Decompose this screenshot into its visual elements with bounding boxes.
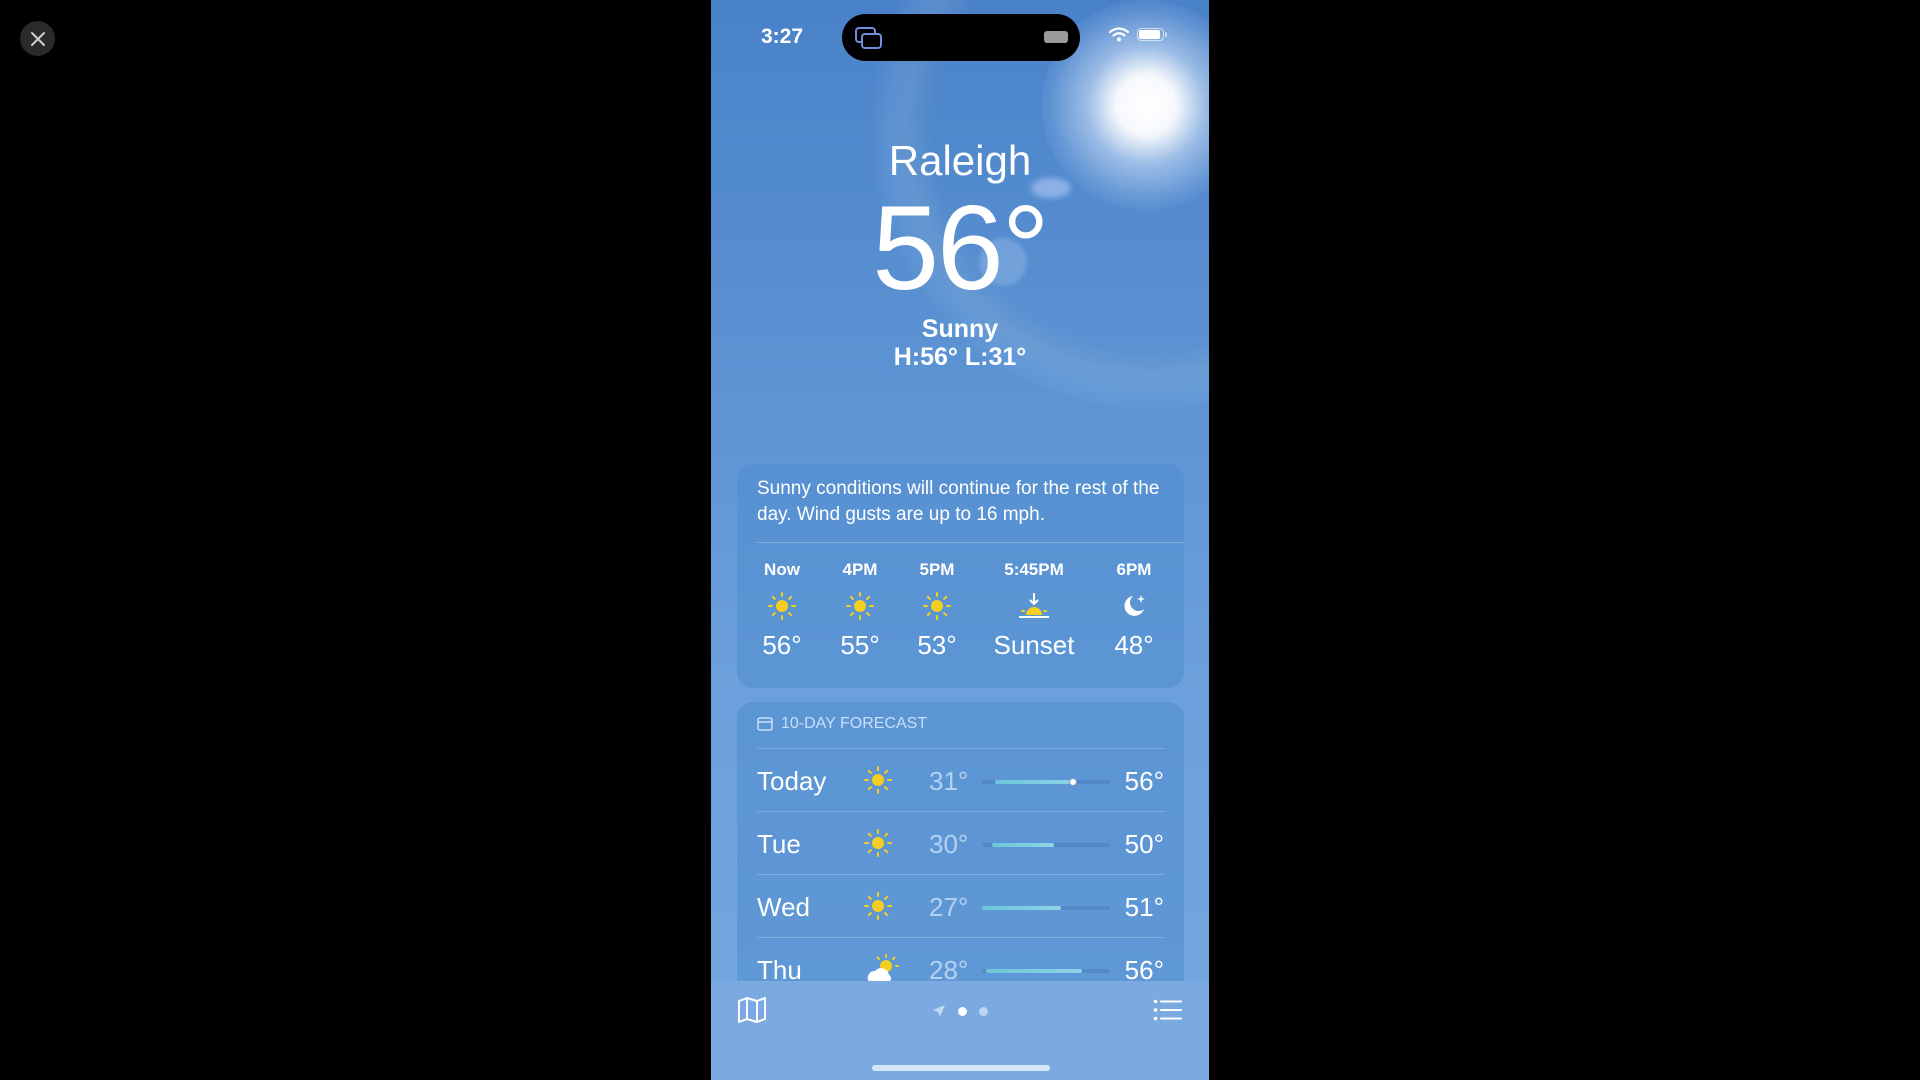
sun-icon bbox=[923, 592, 951, 620]
hourly-item: 6PM 48° bbox=[1089, 560, 1179, 661]
forecast-day: Wed bbox=[757, 892, 810, 922]
current-temperature: 56° bbox=[872, 181, 1049, 315]
location-arrow-icon[interactable] bbox=[932, 1004, 946, 1018]
close-button[interactable] bbox=[20, 21, 55, 56]
temp-range-bar bbox=[982, 969, 1110, 973]
forecast-low: 31° bbox=[929, 766, 969, 796]
high-low: H:56° L:31° bbox=[893, 343, 1027, 371]
temp-range-bar bbox=[982, 906, 1110, 910]
close-icon bbox=[30, 31, 45, 46]
hourly-forecast-card[interactable]: Sunny conditions will continue for the r… bbox=[737, 464, 1184, 688]
list-icon bbox=[1153, 999, 1182, 1021]
temp-range-fill bbox=[982, 906, 1062, 910]
screen-mirroring-icon bbox=[855, 27, 882, 49]
status-time: 3:27 bbox=[761, 25, 804, 48]
ten-day-forecast-card[interactable]: 10-DAY FORECAST Today 31° 56° Tue 30° 50… bbox=[737, 702, 1184, 1022]
sunset-icon bbox=[1019, 593, 1049, 618]
sun-icon bbox=[864, 892, 892, 920]
phone-screen: 3:27 Raleigh 56° Sunny H:56° L:31° Sunny… bbox=[711, 0, 1209, 1080]
forecast-high: 50° bbox=[1124, 829, 1164, 859]
temp-range-fill bbox=[992, 843, 1054, 847]
moon-star-icon bbox=[1124, 595, 1145, 616]
forecast-day: Tue bbox=[757, 829, 801, 859]
hourly-item: 5PM 53° bbox=[892, 560, 982, 661]
sun-icon bbox=[768, 592, 796, 620]
divider bbox=[757, 542, 1184, 543]
island-indicator bbox=[1044, 31, 1068, 43]
forecast-row[interactable]: Today 31° 56° bbox=[757, 748, 1164, 812]
calendar-icon bbox=[757, 717, 773, 731]
temp-range-fill bbox=[994, 780, 1075, 784]
wifi-icon bbox=[1109, 27, 1129, 42]
page-indicator bbox=[711, 1004, 1209, 1018]
hour-temp: Sunset bbox=[993, 630, 1075, 660]
forecast-header-label: 10-DAY FORECAST bbox=[781, 715, 928, 732]
hour-label: 5:45PM bbox=[1004, 560, 1064, 579]
temp-range-bar bbox=[982, 843, 1110, 847]
sun-icon bbox=[846, 592, 874, 620]
page-dot[interactable] bbox=[979, 1006, 988, 1016]
status-icons bbox=[1109, 27, 1167, 42]
hour-temp: 48° bbox=[1114, 630, 1154, 660]
current-condition: Sunny bbox=[921, 315, 999, 343]
sun-icon bbox=[864, 766, 892, 794]
home-indicator[interactable] bbox=[872, 1065, 1050, 1071]
hour-temp: 56° bbox=[762, 630, 802, 660]
dynamic-island bbox=[842, 14, 1080, 61]
sun-icon bbox=[864, 829, 892, 857]
forecast-day: Today bbox=[757, 766, 827, 796]
city-name: Raleigh bbox=[888, 137, 1032, 184]
forecast-high: 56° bbox=[1124, 766, 1164, 796]
city-list-button[interactable] bbox=[1153, 999, 1183, 1026]
forecast-low: 30° bbox=[929, 829, 969, 859]
temp-range-bar bbox=[982, 778, 1110, 786]
hour-temp: 53° bbox=[917, 630, 957, 660]
current-temp-dot bbox=[1068, 778, 1077, 786]
forecast-header: 10-DAY FORECAST bbox=[757, 715, 927, 733]
hourly-item: 5:45PM Sunset bbox=[989, 560, 1079, 661]
forecast-row[interactable]: Tue 30° 50° bbox=[757, 811, 1164, 875]
hourly-item: Now 56° bbox=[737, 560, 827, 661]
battery-icon bbox=[1137, 28, 1167, 41]
forecast-summary: Sunny conditions will continue for the r… bbox=[757, 478, 1160, 525]
forecast-low: 27° bbox=[929, 892, 969, 922]
hour-label: Now bbox=[764, 560, 800, 579]
temp-range-fill bbox=[985, 969, 1082, 973]
hour-label: 6PM bbox=[1116, 560, 1152, 579]
page-dot-active[interactable] bbox=[958, 1006, 967, 1016]
bottom-toolbar bbox=[711, 981, 1209, 1080]
forecast-row[interactable]: Wed 27° 51° bbox=[757, 874, 1164, 938]
forecast-high: 51° bbox=[1124, 892, 1164, 922]
hour-label: 5PM bbox=[919, 560, 955, 579]
